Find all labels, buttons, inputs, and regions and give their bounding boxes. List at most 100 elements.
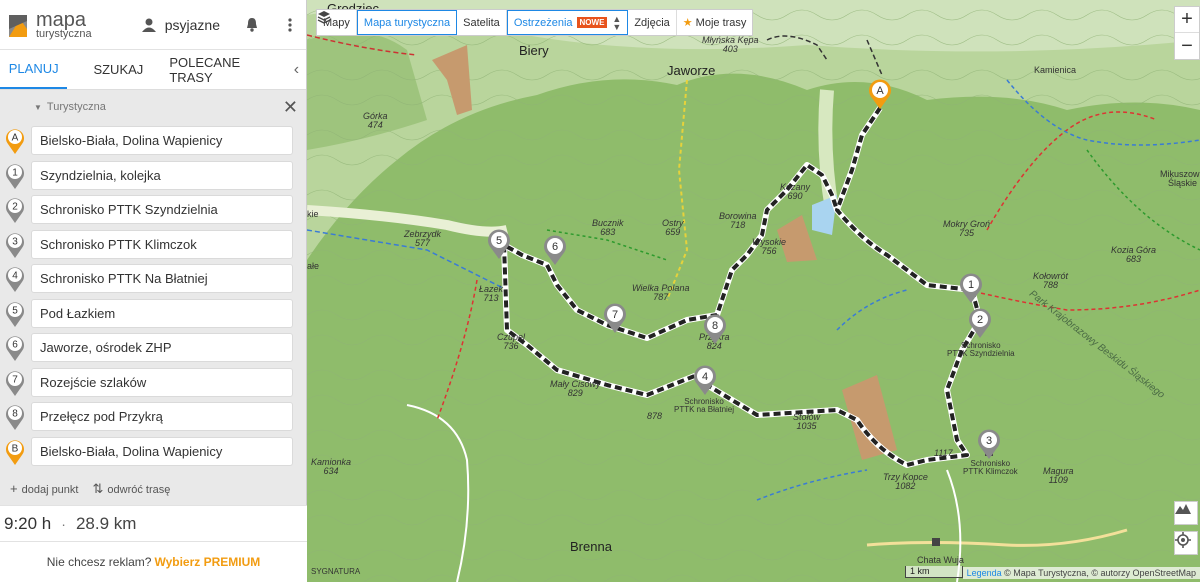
- up-down-icon[interactable]: ▲ ▼: [612, 14, 621, 31]
- star-icon: ★: [682, 17, 693, 29]
- tab-planuj[interactable]: PLANUJ: [0, 50, 68, 89]
- layer-warnings[interactable]: Ostrzeżenia NOWE ▲ ▼: [506, 10, 629, 35]
- warnings-label: Ostrzeżenia: [513, 16, 573, 29]
- waypoint-marker-icon[interactable]: 5: [5, 300, 25, 328]
- map-waypoint-pin[interactable]: 5: [487, 228, 511, 260]
- map-label-biery: Biery: [519, 43, 549, 58]
- svg-text:2: 2: [12, 202, 18, 213]
- add-point-button[interactable]: + dodaj punkt: [10, 481, 78, 497]
- waypoint-marker-icon[interactable]: 3: [5, 231, 25, 259]
- tab-polecane-trasy[interactable]: POLECANE TRASY: [169, 50, 286, 89]
- terrain-button[interactable]: [1174, 501, 1198, 525]
- map-label-kamienica: Kamienica: [1034, 65, 1077, 75]
- map-label-signatura: SYGNATURA: [311, 567, 361, 576]
- map-label-878: 878: [647, 411, 663, 421]
- waypoint-row[interactable]: 2 Schronisko PTTK Szyndzielnia: [0, 193, 306, 228]
- map-waypoint-pin[interactable]: 3: [977, 428, 1001, 460]
- waypoint-input[interactable]: Szyndzielnia, kolejka: [31, 160, 293, 190]
- map-canvas[interactable]: [307, 0, 1200, 582]
- waypoint-row[interactable]: 7 Rozejście szlaków: [0, 366, 306, 401]
- map-waypoint-pin[interactable]: 7: [603, 302, 627, 334]
- map-label-borowina: Borowina 718: [719, 211, 757, 231]
- close-route-icon[interactable]: ✕: [283, 97, 298, 118]
- map-label-kolowrot: Kołowrót 788: [1033, 271, 1069, 291]
- waypoint-marker-icon[interactable]: 2: [5, 196, 25, 224]
- reverse-route-button[interactable]: ⇅ odwróć trasę: [92, 481, 170, 497]
- svg-text:7: 7: [12, 374, 18, 385]
- map-waypoint-pin[interactable]: 1: [959, 272, 983, 304]
- waypoint-row[interactable]: A Bielsko-Biała, Dolina Wapienicy: [0, 124, 306, 159]
- waypoint-marker-icon[interactable]: 1: [5, 162, 25, 190]
- waypoint-input[interactable]: Jaworze, ośrodek ZHP: [31, 333, 293, 362]
- collapse-sidebar-icon[interactable]: ‹: [287, 50, 306, 89]
- route-summary: 9:20 h · 28.9 km: [0, 505, 307, 541]
- waypoint-marker-icon[interactable]: 7: [5, 369, 25, 397]
- premium-link[interactable]: Wybierz PREMIUM: [154, 555, 260, 569]
- svg-text:1: 1: [12, 167, 18, 178]
- waypoint-marker-icon[interactable]: A: [5, 127, 25, 155]
- map-view[interactable]: Grodziec Biery Jaworze Brenna Kamienica …: [307, 0, 1200, 582]
- map-label-zebrzydk: Zebrzydk 577: [404, 229, 442, 249]
- svg-text:4: 4: [12, 271, 18, 282]
- svg-text:3: 3: [12, 236, 18, 247]
- waypoint-input[interactable]: Pod Łazkiem: [31, 298, 293, 328]
- map-waypoint-pin[interactable]: A: [868, 78, 892, 110]
- new-badge: NOWE: [576, 17, 608, 28]
- waypoint-marker-icon[interactable]: 6: [5, 334, 25, 362]
- map-label-brenna: Brenna: [570, 539, 612, 554]
- user-icon[interactable]: [141, 17, 157, 33]
- waypoint-list: A Bielsko-Biała, Dolina Wapienicy 1 Szyndzi…: [0, 124, 306, 469]
- waypoint-row[interactable]: 5 Pod Łazkiem: [0, 297, 306, 332]
- layer-photos[interactable]: Zdjęcia: [628, 10, 677, 35]
- layer-my-routes[interactable]: ★ Moje trasy: [677, 10, 753, 35]
- username[interactable]: psyjazne: [165, 17, 220, 33]
- waypoint-input[interactable]: Schronisko PTTK Na Błatniej: [31, 264, 293, 293]
- svg-text:7: 7: [612, 309, 618, 321]
- bell-icon[interactable]: [244, 17, 260, 33]
- map-label-szyndzielnia: Schronisko PTTK Szyndzielnia: [947, 341, 1015, 359]
- svg-text:4: 4: [702, 371, 708, 383]
- logo[interactable]: mapa turystyczna: [8, 10, 92, 40]
- waypoint-marker-icon[interactable]: B: [5, 438, 25, 466]
- waypoint-input[interactable]: Przełęcz pod Przykrą: [31, 402, 293, 431]
- waypoint-row[interactable]: B Bielsko-Biała, Dolina Wapienicy: [0, 435, 306, 470]
- route-mode[interactable]: ▼ Turystyczna ✕: [0, 90, 306, 124]
- map-label-ale: ałe: [307, 261, 320, 271]
- waypoint-input[interactable]: Schronisko PTTK Klimczok: [31, 229, 293, 259]
- waypoint-input[interactable]: Bielsko-Biała, Dolina Wapienicy: [31, 126, 293, 155]
- waypoint-marker-icon[interactable]: 4: [5, 265, 25, 293]
- waypoint-input[interactable]: Bielsko-Biała, Dolina Wapienicy: [31, 436, 293, 466]
- waypoint-row[interactable]: 8 Przełęcz pod Przykrą: [0, 400, 306, 435]
- waypoint-input[interactable]: Schronisko PTTK Szyndzielnia: [31, 195, 293, 224]
- map-waypoint-pin[interactable]: 6: [543, 234, 567, 266]
- svg-text:A: A: [12, 133, 19, 144]
- map-waypoint-pin[interactable]: 4: [693, 364, 717, 396]
- waypoint-row[interactable]: 1 Szyndzielnia, kolejka: [0, 159, 306, 194]
- legend-link[interactable]: Legenda: [967, 568, 1002, 578]
- more-menu-icon[interactable]: [282, 17, 298, 33]
- layer-tourist-map[interactable]: Mapa turystyczna: [356, 10, 458, 35]
- waypoint-marker-icon[interactable]: 8: [5, 403, 25, 431]
- map-label-bucznik: Bucznik 683: [592, 218, 624, 238]
- route-time: 9:20 h: [4, 513, 52, 533]
- premium-promo: Nie chcesz reklam? Wybierz PREMIUM: [0, 541, 307, 582]
- map-label-wysokie: Wysokie 756: [752, 237, 787, 257]
- svg-text:2: 2: [977, 314, 983, 326]
- map-waypoint-pin[interactable]: 2: [968, 307, 992, 339]
- zoom-out-button[interactable]: −: [1175, 33, 1199, 59]
- svg-text:6: 6: [552, 241, 558, 253]
- layers-button[interactable]: Mapy: [317, 10, 357, 35]
- svg-text:A: A: [876, 85, 884, 97]
- waypoint-input[interactable]: Rozejście szlaków: [31, 367, 293, 397]
- waypoint-row[interactable]: 3 Schronisko PTTK Klimczok: [0, 228, 306, 263]
- waypoint-row[interactable]: 6 Jaworze, ośrodek ZHP: [0, 331, 306, 366]
- layer-satellite[interactable]: Satelita: [457, 10, 507, 35]
- summary-separator: ·: [61, 515, 66, 532]
- zoom-in-button[interactable]: +: [1175, 7, 1199, 33]
- tab-szukaj[interactable]: SZUKAJ: [67, 50, 169, 89]
- waypoint-row[interactable]: 4 Schronisko PTTK Na Błatniej: [0, 262, 306, 297]
- map-label-chata-wuja: Chata Wuja: [917, 555, 964, 565]
- map-waypoint-pin[interactable]: 8: [703, 313, 727, 345]
- route-planner: ▼ Turystyczna ✕ A Bielsko-Biała, Dolina W…: [0, 90, 306, 505]
- locate-button[interactable]: [1174, 531, 1198, 555]
